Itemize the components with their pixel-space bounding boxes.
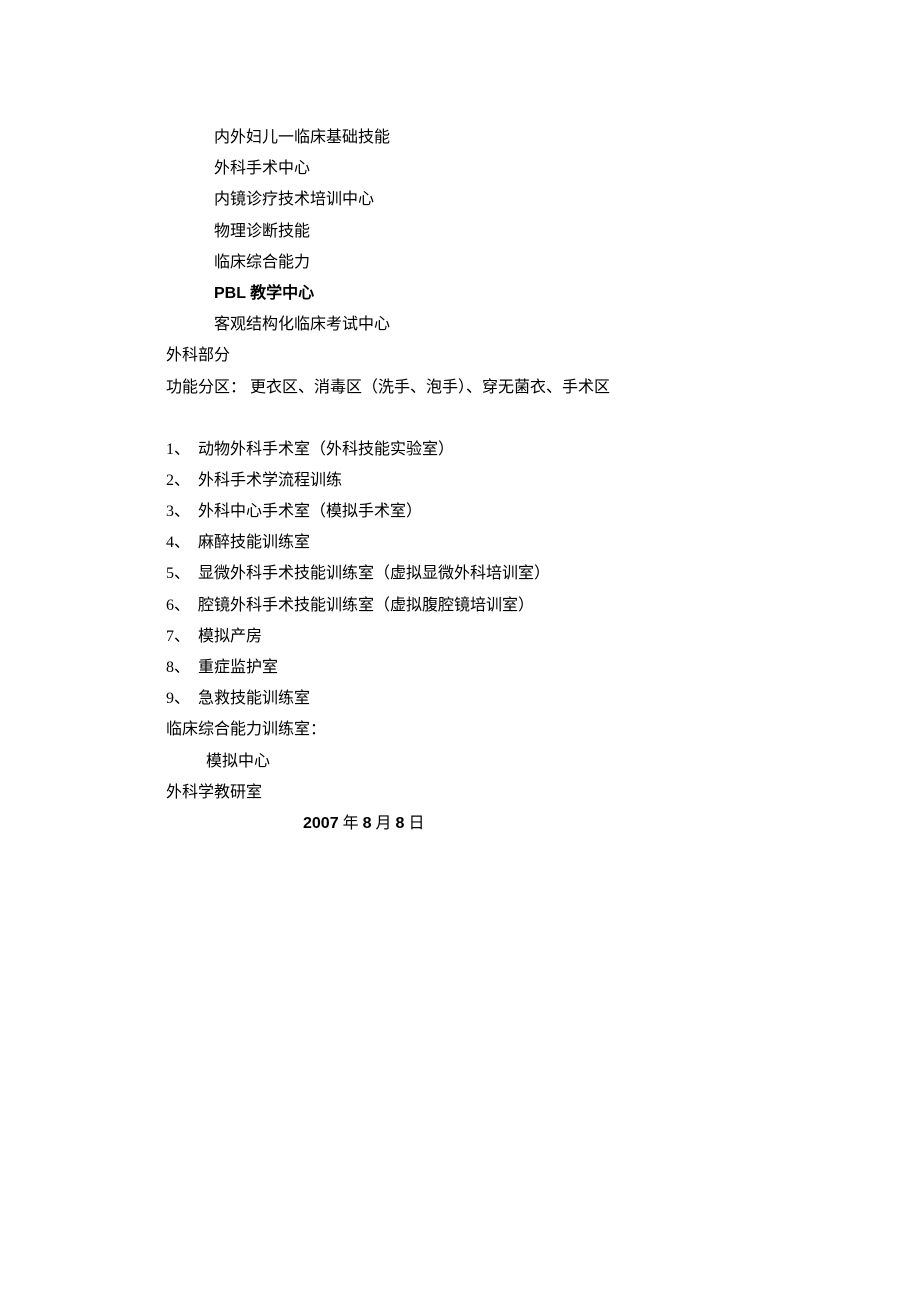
center-text: 客观结构化临床考试中心 bbox=[214, 316, 390, 333]
center-item: 外科手术中心 bbox=[166, 153, 920, 184]
item-number: 9、 bbox=[166, 683, 198, 714]
item-number: 3、 bbox=[166, 496, 198, 527]
item-number: 6、 bbox=[166, 590, 198, 621]
center-item: 内镜诊疗技术培训中心 bbox=[166, 184, 920, 215]
item-number: 4、 bbox=[166, 527, 198, 558]
function-zone-label: 功能分区： 更衣区、消毒区（洗手、泡手）、穿无菌衣、手术区 bbox=[166, 372, 920, 403]
item-number: 7、 bbox=[166, 621, 198, 652]
center-text: 物理诊断技能 bbox=[214, 223, 310, 240]
item-text: 腔镜外科手术技能训练室（虚拟腹腔镜培训室） bbox=[198, 597, 534, 614]
numbered-item: 3、外科中心手术室（模拟手术室） bbox=[166, 496, 920, 527]
center-item: 内外妇儿一临床基础技能 bbox=[166, 122, 920, 153]
numbered-item: 2、外科手术学流程训练 bbox=[166, 465, 920, 496]
spacer bbox=[166, 403, 920, 434]
item-text: 重症监护室 bbox=[198, 659, 278, 676]
center-text: 内外妇儿一临床基础技能 bbox=[214, 129, 390, 146]
item-number: 1、 bbox=[166, 434, 198, 465]
numbered-item: 9、急救技能训练室 bbox=[166, 683, 920, 714]
item-text: 模拟产房 bbox=[198, 628, 262, 645]
surgery-dept-label: 外科学教研室 bbox=[166, 777, 920, 808]
clinical-training-label: 临床综合能力训练室： bbox=[166, 714, 920, 745]
center-item: 物理诊断技能 bbox=[166, 216, 920, 247]
center-item: 临床综合能力 bbox=[166, 247, 920, 278]
item-text: 外科中心手术室（模拟手术室） bbox=[198, 503, 422, 520]
numbered-item: 6、腔镜外科手术技能训练室（虚拟腹腔镜培训室） bbox=[166, 590, 920, 621]
center-text: PBL 教学中心 bbox=[214, 285, 314, 302]
item-text: 急救技能训练室 bbox=[198, 690, 310, 707]
item-number: 2、 bbox=[166, 465, 198, 496]
simulation-center: 模拟中心 bbox=[166, 746, 920, 777]
item-number: 5、 bbox=[166, 558, 198, 589]
item-text: 显微外科手术技能训练室（虚拟显微外科培训室） bbox=[198, 565, 550, 582]
date-line: 2007 年 8 月 8 日 bbox=[166, 808, 920, 839]
item-text: 麻醉技能训练室 bbox=[198, 534, 310, 551]
center-item: PBL 教学中心 bbox=[166, 278, 920, 309]
numbered-item: 5、显微外科手术技能训练室（虚拟显微外科培训室） bbox=[166, 558, 920, 589]
surgery-section-label: 外科部分 bbox=[166, 340, 920, 371]
date-year: 2007 bbox=[303, 815, 339, 832]
date-month: 8 bbox=[363, 815, 372, 832]
center-text: 内镜诊疗技术培训中心 bbox=[214, 191, 374, 208]
item-text: 外科手术学流程训练 bbox=[198, 472, 342, 489]
center-text: 临床综合能力 bbox=[214, 254, 310, 271]
numbered-item: 4、麻醉技能训练室 bbox=[166, 527, 920, 558]
numbered-item: 8、重症监护室 bbox=[166, 652, 920, 683]
item-number: 8、 bbox=[166, 652, 198, 683]
item-text: 动物外科手术室（外科技能实验室） bbox=[198, 441, 454, 458]
numbered-item: 1、动物外科手术室（外科技能实验室） bbox=[166, 434, 920, 465]
numbered-item: 7、模拟产房 bbox=[166, 621, 920, 652]
center-item: 客观结构化临床考试中心 bbox=[166, 309, 920, 340]
center-text: 外科手术中心 bbox=[214, 160, 310, 177]
